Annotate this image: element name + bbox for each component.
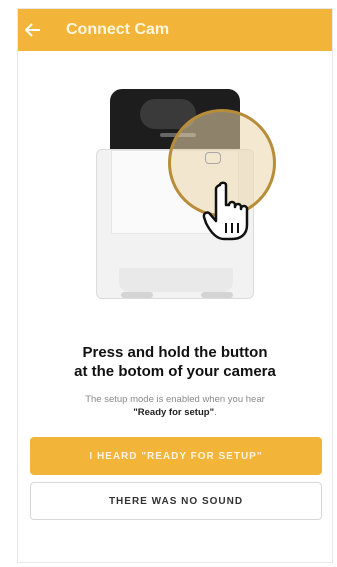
phone-screen: Connect Cam Press and hold the button at… xyxy=(17,8,333,563)
ready-phrase: "Ready for setup" xyxy=(133,407,215,418)
setup-button xyxy=(205,152,221,164)
page-title: Connect Cam xyxy=(66,21,170,38)
back-button[interactable] xyxy=(18,9,48,51)
camera-foot-right xyxy=(201,292,233,298)
arrow-left-icon xyxy=(25,23,40,37)
camera-illustration xyxy=(18,71,332,311)
hand-pointer-icon xyxy=(202,181,249,241)
camera-base xyxy=(119,268,233,292)
app-bar: Connect Cam xyxy=(18,9,332,51)
instruction-heading: Press and hold the button at the botom o… xyxy=(74,344,276,380)
instruction-subtext: The setup mode is enabled when you hear … xyxy=(85,394,265,418)
no-sound-button[interactable]: THERE WAS NO SOUND xyxy=(30,482,322,520)
camera-foot-left xyxy=(121,292,153,298)
heard-ready-button[interactable]: I HEARD "READY FOR SETUP" xyxy=(30,437,322,475)
